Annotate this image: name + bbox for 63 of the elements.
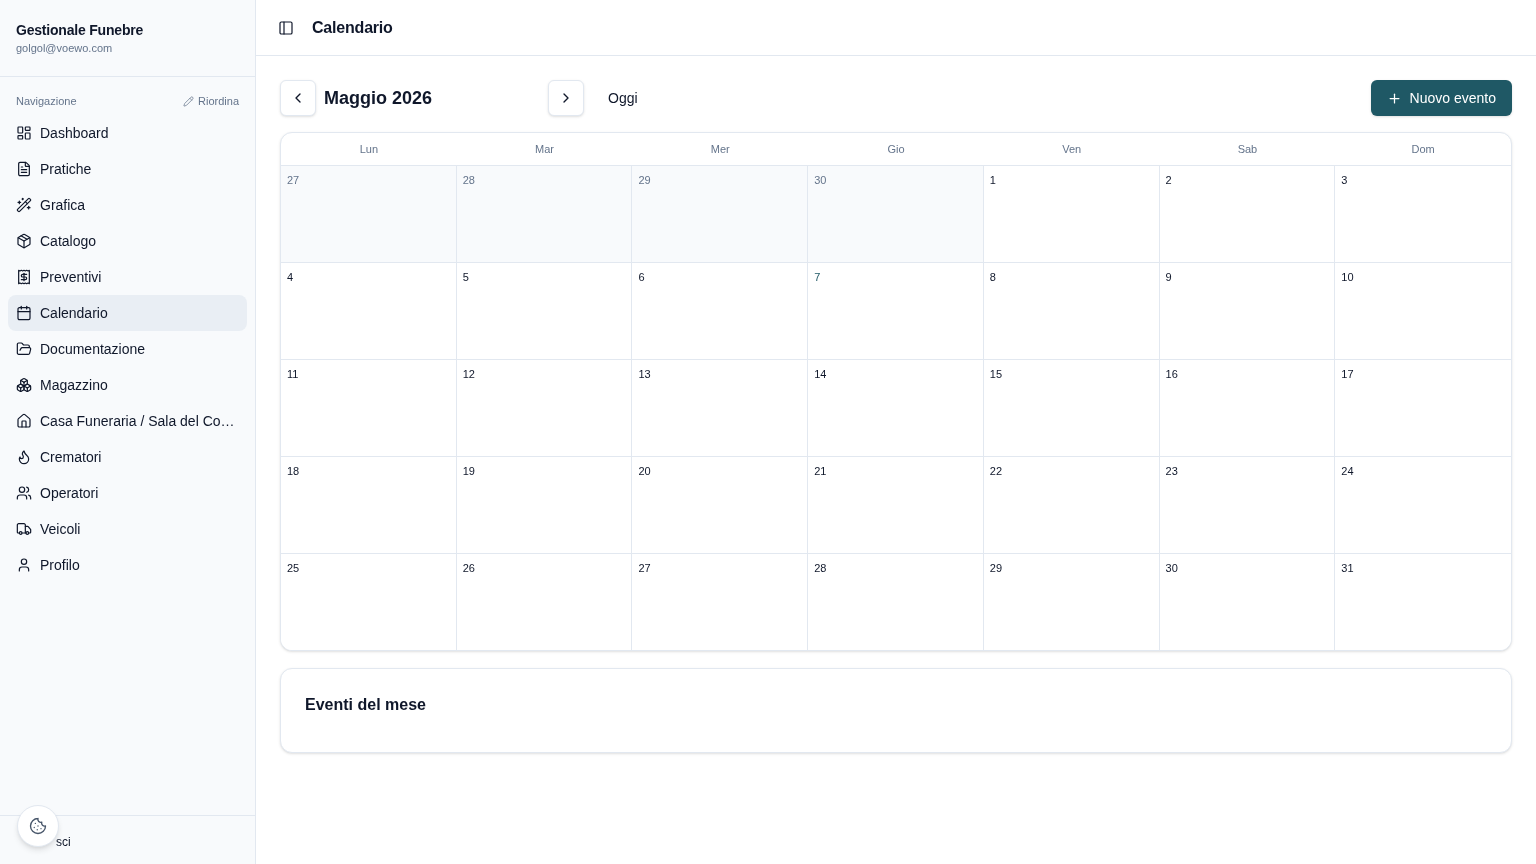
calendar-icon — [16, 305, 32, 321]
day-cell[interactable]: 27 — [281, 166, 457, 262]
day-cell[interactable]: 28 — [456, 166, 633, 262]
new-event-button[interactable]: Nuovo evento — [1370, 80, 1512, 116]
reorder-button[interactable]: Riordina — [183, 93, 239, 109]
day-cell[interactable]: 30 — [1159, 554, 1336, 650]
day-cell[interactable]: 11 — [281, 360, 457, 456]
day-cell[interactable]: 18 — [281, 457, 457, 553]
cookie-icon — [29, 817, 47, 835]
user-icon — [16, 557, 32, 573]
receipt-icon — [16, 269, 32, 285]
user-email: golgol@voewo.com — [16, 41, 113, 56]
day-cell[interactable]: 29 — [632, 166, 809, 262]
previous-month-button[interactable] — [280, 80, 316, 116]
nav-item[interactable]: Operatori — [8, 475, 247, 511]
month-title: Maggio 2026 — [324, 88, 433, 108]
today-button[interactable]: Oggi — [592, 80, 654, 116]
day-cell[interactable]: 30 — [808, 166, 984, 262]
day-cell[interactable]: 26 — [456, 554, 633, 650]
nav-item[interactable]: Catalogo — [8, 223, 247, 259]
nav-item[interactable]: Veicoli — [8, 511, 247, 547]
weekday-label: Sab — [1237, 142, 1258, 157]
weekday-label: Ven — [1062, 142, 1082, 157]
nav-item[interactable]: Preventivi — [8, 259, 247, 295]
nav-item[interactable]: Crematori — [8, 439, 247, 475]
house-icon — [16, 413, 32, 429]
weekday-label: Lun — [359, 142, 379, 157]
day-cell[interactable]: 25 — [281, 554, 457, 650]
nav-item[interactable]: Pratiche — [8, 151, 247, 187]
nav-item[interactable]: Magazzino — [8, 367, 247, 403]
box-icon — [16, 233, 32, 249]
day-cell[interactable]: 27 — [632, 554, 809, 650]
app-name: Gestionale Funebre — [16, 21, 144, 40]
nav-item[interactable]: Grafica — [8, 187, 247, 223]
users-icon — [16, 485, 32, 501]
nav-item[interactable]: Casa Funeraria / Sala del Co… — [8, 403, 247, 439]
day-cell[interactable]: 4 — [281, 263, 457, 359]
nav-item[interactable]: Calendario — [8, 295, 247, 331]
logout-label[interactable]: sci — [56, 830, 71, 850]
section-label: Navigazione — [16, 94, 77, 109]
day-cell[interactable]: 31 — [1335, 554, 1511, 650]
page-title: Calendario — [312, 17, 393, 38]
nav-item[interactable]: Dashboard — [8, 115, 247, 151]
weekday-label: Mar — [535, 142, 555, 157]
sidebar-panel-icon — [278, 19, 294, 36]
boxes-icon — [16, 377, 32, 393]
folder-icon — [16, 341, 32, 357]
plus-icon — [1386, 90, 1402, 106]
dashboard-grid-icon — [16, 125, 32, 141]
flame-icon — [16, 449, 32, 465]
weekday-label: Dom — [1411, 142, 1435, 157]
truck-icon — [16, 521, 32, 537]
weekday-label: Mer — [710, 142, 730, 157]
day-cell[interactable]: 29 — [983, 554, 1160, 650]
document-icon — [16, 161, 32, 177]
nav-item[interactable]: Profilo — [8, 547, 247, 583]
day-cell[interactable]: 28 — [808, 554, 984, 650]
magic-wand-icon — [16, 197, 32, 213]
nav-item[interactable]: Documentazione — [8, 331, 247, 367]
weekday-label: Gio — [887, 142, 905, 157]
pencil-icon — [183, 95, 195, 107]
events-panel-title: Eventi del mese — [305, 696, 426, 713]
next-month-button[interactable] — [548, 80, 584, 116]
